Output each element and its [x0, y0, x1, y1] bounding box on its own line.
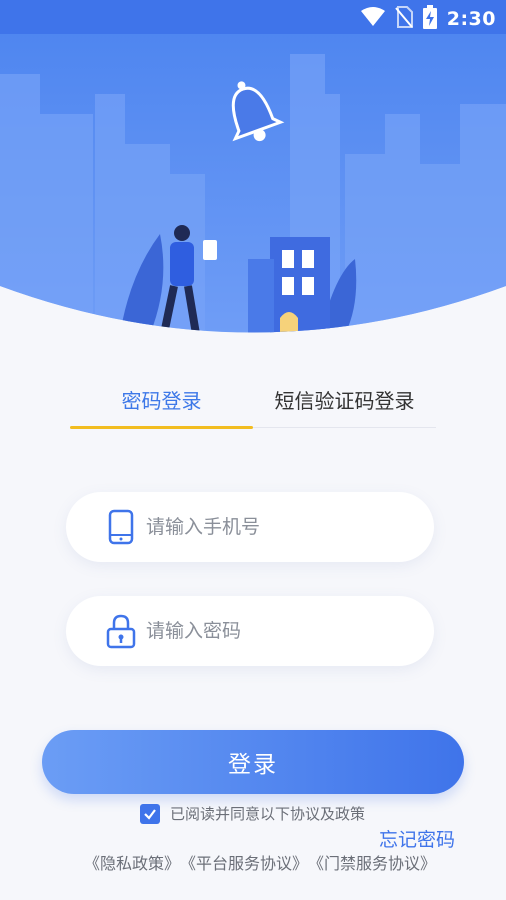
agreement-row: 已阅读并同意以下协议及政策 [140, 803, 365, 824]
forgot-password-link[interactable]: 忘记密码 [379, 825, 455, 852]
login-button[interactable]: 登录 [42, 730, 464, 794]
phone-field[interactable] [66, 492, 434, 562]
no-sim-icon [394, 6, 413, 32]
agreement-text: 已阅读并同意以下协议及政策 [170, 805, 366, 823]
status-icons: 2:30 [360, 5, 496, 33]
agreement-checkbox[interactable] [140, 803, 160, 824]
wifi-icon [360, 7, 385, 31]
access-agreement-link[interactable]: 《门禁服务协议》 [308, 850, 436, 874]
status-bar: 2:30 [0, 0, 506, 34]
active-tab-indicator [70, 426, 253, 429]
lock-icon [106, 612, 136, 650]
tab-password-login[interactable]: 密码登录 [70, 370, 253, 428]
phone-input[interactable] [146, 516, 406, 538]
hero-illustration [0, 34, 506, 334]
platform-agreement-link[interactable]: 《平台服务协议》 [180, 850, 308, 874]
check-icon [144, 808, 156, 820]
tab-sms-login[interactable]: 短信验证码登录 [253, 370, 436, 428]
password-field[interactable] [66, 596, 434, 666]
phone-icon [106, 508, 136, 546]
password-input[interactable] [146, 620, 406, 642]
login-tabs: 密码登录 短信验证码登录 [70, 370, 436, 429]
battery-charging-icon [422, 5, 437, 33]
status-time: 2:30 [446, 8, 496, 30]
privacy-policy-link[interactable]: 《隐私政策》 [84, 850, 180, 874]
policy-links: 《隐私政策》 《平台服务协议》 《门禁服务协议》 [84, 850, 436, 874]
